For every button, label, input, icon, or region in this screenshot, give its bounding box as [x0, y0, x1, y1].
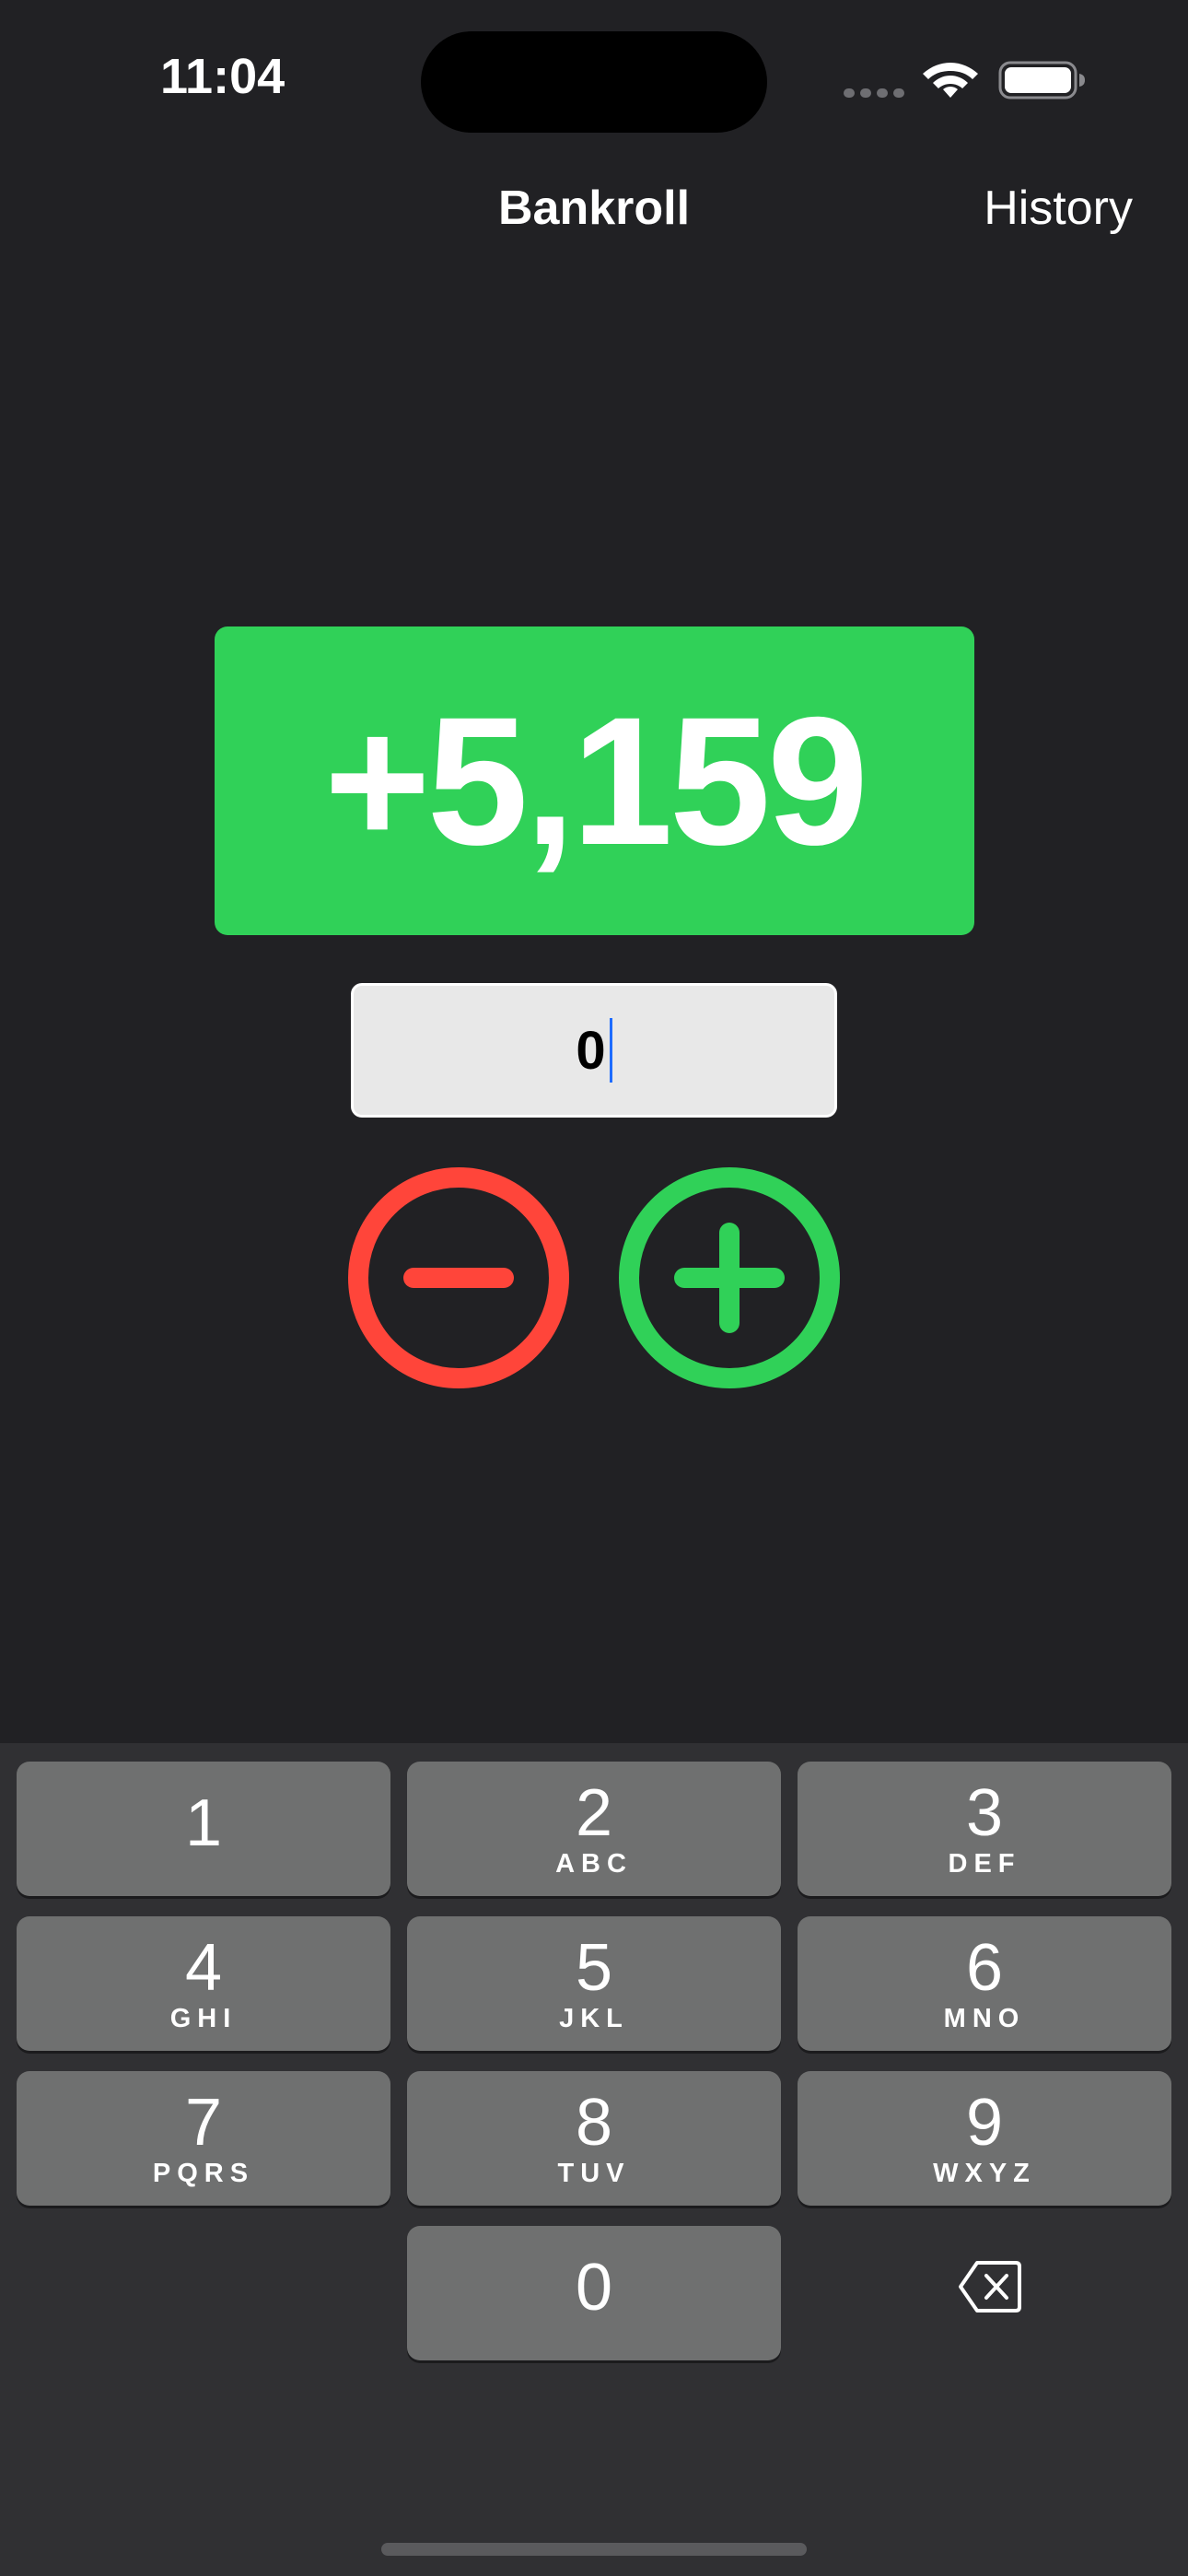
key-number: 0 — [575, 2251, 613, 2324]
key-number: 2 — [575, 1776, 613, 1850]
text-caret — [609, 1018, 612, 1083]
bankroll-display: +5,159 — [215, 626, 974, 935]
key-number: 9 — [965, 2086, 1004, 2160]
key-2[interactable]: 2 ABC — [407, 1762, 781, 1896]
minus-icon — [403, 1268, 514, 1288]
dynamic-island — [421, 31, 767, 133]
key-number: 7 — [184, 2086, 223, 2160]
wifi-icon — [923, 63, 978, 98]
key-number: 4 — [184, 1931, 223, 2005]
key-letters: WXYZ — [933, 2159, 1036, 2188]
key-number: 6 — [965, 1931, 1004, 2005]
key-letters: DEF — [948, 1849, 1021, 1879]
battery-icon — [998, 61, 1085, 100]
key-9[interactable]: 9 WXYZ — [798, 2071, 1171, 2206]
key-letters: TUV — [557, 2159, 631, 2188]
backspace-icon[interactable] — [957, 2259, 1023, 2314]
bankroll-value: +5,159 — [323, 679, 868, 883]
amount-input[interactable]: 0 — [351, 983, 837, 1118]
subtract-button[interactable] — [348, 1167, 569, 1388]
key-number: 3 — [965, 1776, 1004, 1850]
key-0[interactable]: 0 — [407, 2226, 781, 2360]
status-time: 11:04 — [160, 49, 285, 104]
key-3[interactable]: 3 DEF — [798, 1762, 1171, 1896]
key-letters: PQRS — [152, 2159, 255, 2188]
history-button[interactable]: History — [984, 181, 1133, 236]
key-4[interactable]: 4 GHI — [17, 1916, 390, 2051]
home-indicator[interactable] — [381, 2543, 807, 2556]
key-7[interactable]: 7 PQRS — [17, 2071, 390, 2206]
key-5[interactable]: 5 JKL — [407, 1916, 781, 2051]
key-8[interactable]: 8 TUV — [407, 2071, 781, 2206]
key-letters: GHI — [169, 2004, 238, 2033]
amount-value: 0 — [576, 1020, 606, 1081]
key-number: 1 — [184, 1786, 223, 1860]
key-6[interactable]: 6 MNO — [798, 1916, 1171, 2051]
cellular-signal-icon — [844, 88, 904, 98]
key-1[interactable]: 1 — [17, 1762, 390, 1896]
key-number: 5 — [575, 1931, 613, 2005]
plus-icon-vertical — [719, 1223, 740, 1333]
add-button[interactable] — [619, 1167, 840, 1388]
key-letters: MNO — [943, 2004, 1026, 2033]
key-letters: ABC — [555, 1849, 633, 1879]
key-letters: JKL — [559, 2004, 629, 2033]
key-number: 8 — [575, 2086, 613, 2160]
